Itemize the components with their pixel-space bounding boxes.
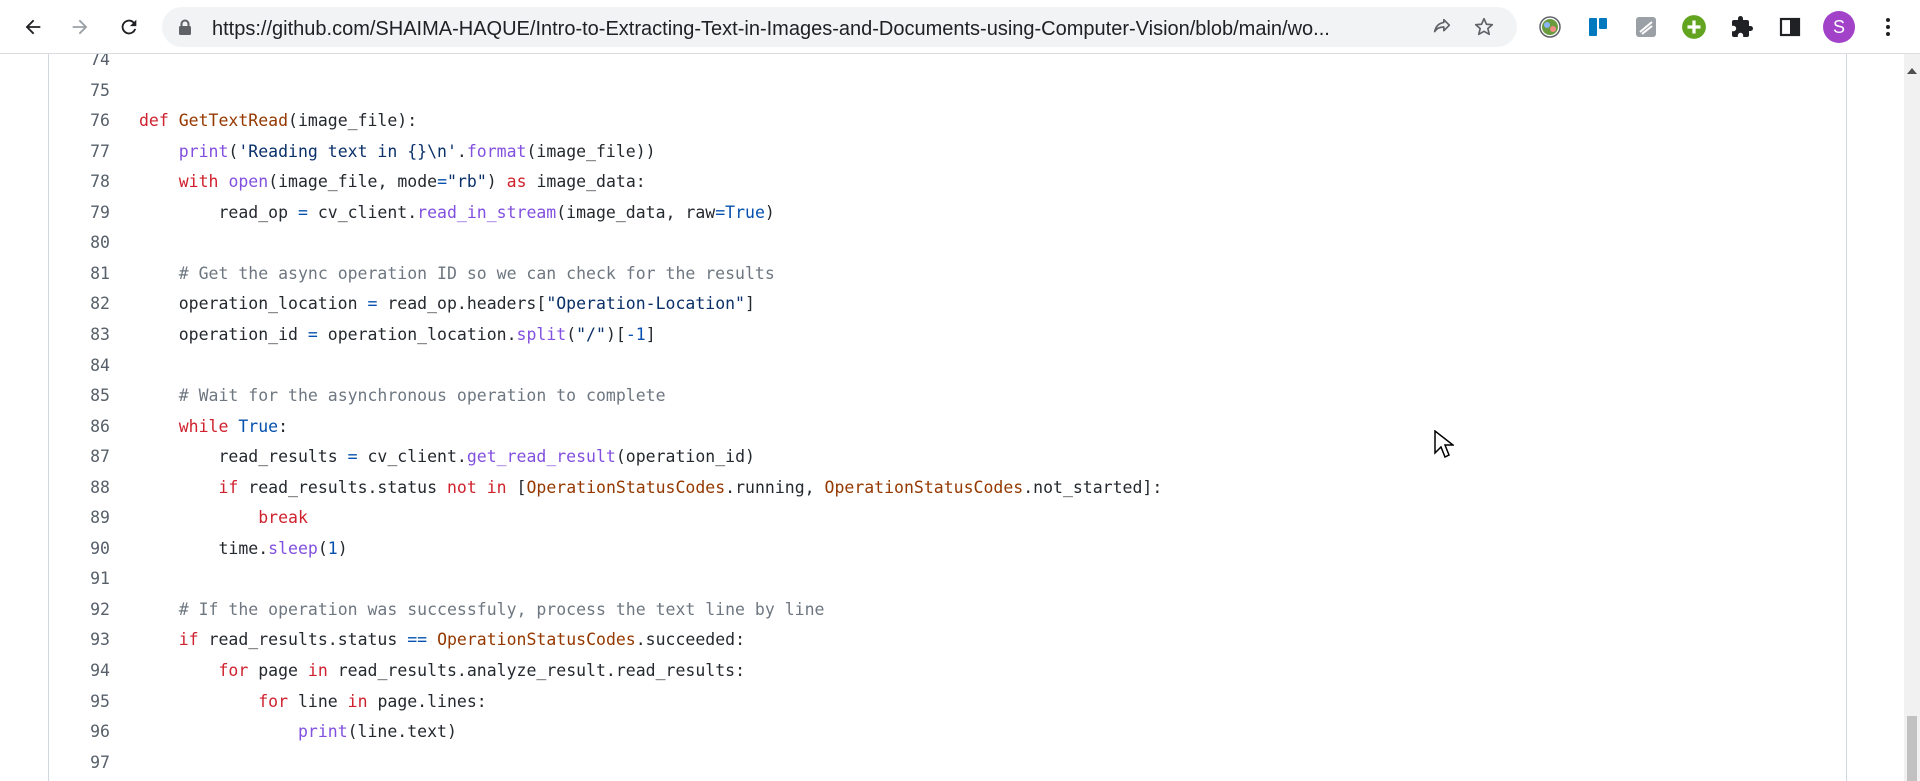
lock-icon — [178, 19, 192, 40]
url-text[interactable]: https://github.com/SHAIMA-HAQUE/Intro-to… — [212, 18, 1367, 41]
line-code: # If the operation was successfuly, proc… — [178, 599, 825, 619]
share-icon[interactable] — [1430, 15, 1454, 39]
line-code: read_op = cv_client.read_in_stream(image… — [139, 202, 775, 222]
code-line: 78 with open(image_file, mode="rb") as i… — [48, 167, 1845, 197]
line-code: if read_results.status not in [Operation… — [218, 477, 1163, 497]
back-button[interactable] — [15, 9, 51, 45]
line-code: read_results = cv_client.get_read_result… — [139, 447, 755, 467]
line-number[interactable]: 89 — [48, 503, 110, 533]
line-code: print('Reading text in {}\n'.format(imag… — [178, 141, 656, 161]
line-code: if read_results.status == OperationStatu… — [178, 630, 746, 650]
line-code: # Wait for the asynchronous operation to… — [178, 386, 666, 406]
star-icon[interactable] — [1472, 15, 1496, 39]
code-line: 91 — [48, 564, 1845, 594]
kebab-menu-icon[interactable] — [1874, 13, 1902, 41]
line-code: with open(image_file, mode="rb") as imag… — [178, 172, 646, 192]
line-number[interactable]: 79 — [48, 198, 110, 228]
line-number[interactable]: 78 — [48, 167, 110, 197]
code-line: 75 — [48, 76, 1845, 106]
code-line: 97 — [48, 748, 1845, 778]
profile-avatar[interactable]: S — [1823, 11, 1855, 43]
forward-button[interactable] — [62, 9, 98, 45]
code-line: 92 # If the operation was successfuly, p… — [48, 595, 1845, 625]
code-line: 82 operation_location = read_op.headers[… — [48, 289, 1845, 319]
line-code: operation_id = operation_location.split(… — [139, 324, 656, 344]
code-line: 83 operation_id = operation_location.spl… — [48, 320, 1845, 350]
line-code: for line in page.lines: — [258, 691, 487, 711]
line-number[interactable]: 83 — [48, 320, 110, 350]
line-number[interactable]: 91 — [48, 564, 110, 594]
line-number[interactable]: 76 — [48, 106, 110, 136]
page-content: 74 75 76 def GetTextRead(image_file): 77 pri… — [0, 54, 1904, 781]
code-line: 87 read_results = cv_client.get_read_res… — [48, 442, 1845, 472]
line-number[interactable]: 75 — [48, 76, 110, 106]
line-number[interactable]: 87 — [48, 442, 110, 472]
forward-arrow-icon — [72, 19, 88, 35]
line-number[interactable]: 92 — [48, 595, 110, 625]
line-number[interactable]: 94 — [48, 656, 110, 686]
line-number[interactable]: 85 — [48, 381, 110, 411]
scrollbar-thumb[interactable] — [1907, 716, 1917, 781]
line-code: time.sleep(1) — [139, 538, 348, 558]
code-line: 76 def GetTextRead(image_file): — [48, 106, 1845, 136]
code-line: 89 break — [48, 503, 1845, 533]
line-number[interactable]: 95 — [48, 687, 110, 717]
line-code: break — [258, 508, 308, 528]
reload-button[interactable] — [111, 9, 147, 45]
code-line: 95 for line in page.lines: — [48, 687, 1845, 717]
line-number[interactable]: 82 — [48, 289, 110, 319]
line-number[interactable]: 97 — [48, 748, 110, 778]
side-panel-icon[interactable] — [1776, 13, 1804, 41]
code-line: 79 read_op = cv_client.read_in_stream(im… — [48, 198, 1845, 228]
line-number[interactable]: 84 — [48, 351, 110, 381]
reload-icon — [121, 19, 137, 35]
line-number[interactable]: 88 — [48, 473, 110, 503]
line-number[interactable]: 96 — [48, 717, 110, 747]
mouse-cursor-icon — [1434, 429, 1456, 465]
line-code: # Get the async operation ID so we can c… — [178, 263, 775, 283]
back-arrow-icon — [25, 19, 41, 35]
code-line: 90 time.sleep(1) — [48, 534, 1845, 564]
line-code: operation_location = read_op.headers["Op… — [139, 294, 755, 314]
line-number[interactable]: 77 — [48, 137, 110, 167]
line-number[interactable]: 93 — [48, 625, 110, 655]
extension-globe-icon[interactable] — [1536, 13, 1564, 41]
code-line: 88 if read_results.status not in [Operat… — [48, 473, 1845, 503]
trello-extension-icon[interactable] — [1584, 13, 1612, 41]
code-line: 81 # Get the async operation ID so we ca… — [48, 259, 1845, 289]
line-code: def GetTextRead(image_file): — [139, 111, 418, 131]
line-code: while True: — [178, 416, 289, 436]
code-line: 93 if read_results.status == OperationSt… — [48, 625, 1845, 655]
code-line: 74 — [48, 54, 1845, 75]
code-line: 86 while True: — [48, 412, 1845, 442]
line-number[interactable]: 90 — [48, 534, 110, 564]
line-code: print(line.text) — [297, 722, 457, 742]
code-line: 96 print(line.text) — [48, 717, 1845, 747]
add-extension-icon[interactable] — [1680, 13, 1708, 41]
line-number[interactable]: 74 — [48, 54, 110, 75]
line-code: for page in read_results.analyze_result.… — [218, 661, 746, 680]
line-number[interactable]: 80 — [48, 228, 110, 258]
code-line: 84 — [48, 351, 1845, 381]
browser-toolbar: https://github.com/SHAIMA-HAQUE/Intro-to… — [0, 0, 1920, 54]
notes-extension-icon[interactable] — [1632, 13, 1660, 41]
line-number[interactable]: 81 — [48, 259, 110, 289]
code-line: 77 print('Reading text in {}\n'.format(i… — [48, 137, 1845, 167]
puzzle-icon[interactable] — [1728, 13, 1756, 41]
code-line: 94 for page in read_results.analyze_resu… — [48, 656, 1845, 686]
line-number[interactable]: 86 — [48, 412, 110, 442]
address-bar[interactable]: https://github.com/SHAIMA-HAQUE/Intro-to… — [162, 7, 1517, 47]
code-line: 80 — [48, 228, 1845, 258]
vertical-scrollbar[interactable] — [1904, 54, 1920, 781]
scroll-up-arrow-icon[interactable] — [1907, 62, 1917, 80]
code-line: 85 # Wait for the asynchronous operation… — [48, 381, 1845, 411]
